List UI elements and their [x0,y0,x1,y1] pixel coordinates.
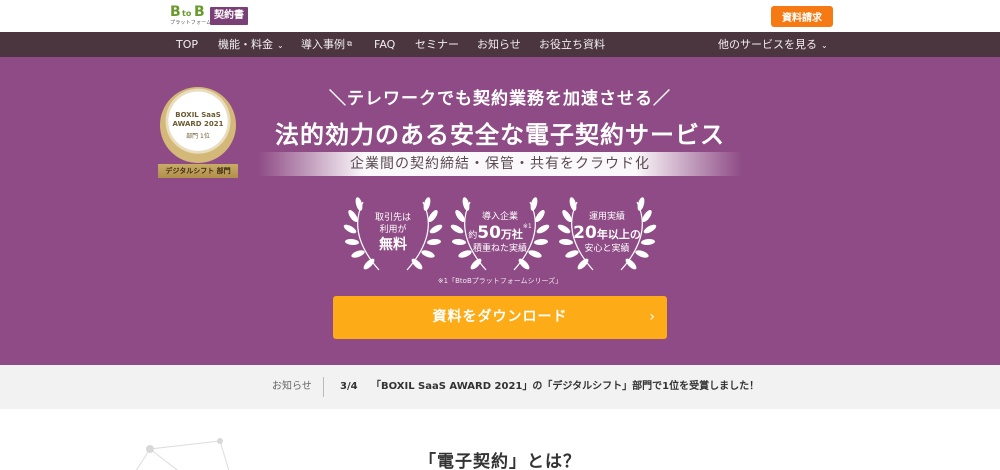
site-logo[interactable]: B to B プラットフォーム 契約書 [170,5,248,27]
nav-item-resources[interactable]: お役立ち資料 [539,32,605,57]
badge-operation-record: 運用実績 20年以上の 安心と実績 [557,190,657,276]
logo-subtext: プラットフォーム [170,20,212,26]
hero-subtitle-band: 企業間の契約締結・保管・共有をクラウド化 [258,152,742,176]
award-ribbon: デジタルシフト 部門 [158,164,238,178]
logo-badge: 契約書 [210,7,248,25]
chevron-down-icon: ⌄ [277,41,284,50]
nav-item-news[interactable]: お知らせ [477,32,521,57]
btob-logo-mark: B to B プラットフォーム [170,4,212,26]
hero-title: 法的効力のある安全な電子契約サービス [275,121,725,149]
hero-subtitle: 企業間の契約締結・保管・共有をクラウド化 [350,156,650,172]
award-badge: BOXIL SaaS AWARD 2021 部門 1位 デジタルシフト 部門 [158,87,238,178]
nav-item-other-services[interactable]: 他のサービスを見る ⌄ [718,32,828,57]
news-link[interactable]: 「BOXIL SaaS AWARD 2021」の「デジタルシフト」部門で1位を受… [371,365,759,409]
about-section: 「電子契約」とは？ [0,409,1000,470]
nav-item-case-studies[interactable]: 導入事例 ⧉ [301,32,352,57]
request-document-button[interactable]: 資料請求 [771,6,833,27]
main-nav: TOP 機能・料金 ⌄ 導入事例 ⧉ FAQ セミナー お知らせ お役立ち資料 他の… [0,32,1000,57]
nav-item-top[interactable]: TOP [176,32,198,57]
external-link-icon: ⧉ [347,40,352,48]
news-label: お知らせ [272,381,312,392]
download-materials-button[interactable]: 資料をダウンロード › [333,296,667,339]
footnote: ※1「BtoBプラットフォームシリーズ」 [437,277,563,285]
badge-free-for-partners: 取引先は 利用が 無料 [343,190,443,276]
hero-tagline: ＼テレワークでも契約業務を加速させる／ [329,89,671,109]
network-decoration-icon [135,438,230,470]
nav-item-faq[interactable]: FAQ [374,32,395,57]
news-date: 3/4 [340,381,358,392]
nav-item-seminar[interactable]: セミナー [415,32,459,57]
section-title: 「電子契約」とは？ [419,452,581,470]
news-bar: お知らせ 3/4 「BOXIL SaaS AWARD 2021」の「デジタルシフ… [0,365,1000,409]
news-divider [323,377,324,397]
chevron-down-icon: ⌄ [821,41,828,50]
header: B to B プラットフォーム 契約書 資料請求 [0,0,1000,32]
nav-item-features-pricing[interactable]: 機能・料金 ⌄ [218,32,284,57]
badge-adopting-companies: 導入企業 約50万社※1 積重ねた実績 [450,190,550,276]
chevron-right-icon: › [649,309,655,325]
award-medal-icon: BOXIL SaaS AWARD 2021 部門 1位 [160,87,236,163]
hero-section: BOXIL SaaS AWARD 2021 部門 1位 デジタルシフト 部門 ＼… [0,57,1000,365]
